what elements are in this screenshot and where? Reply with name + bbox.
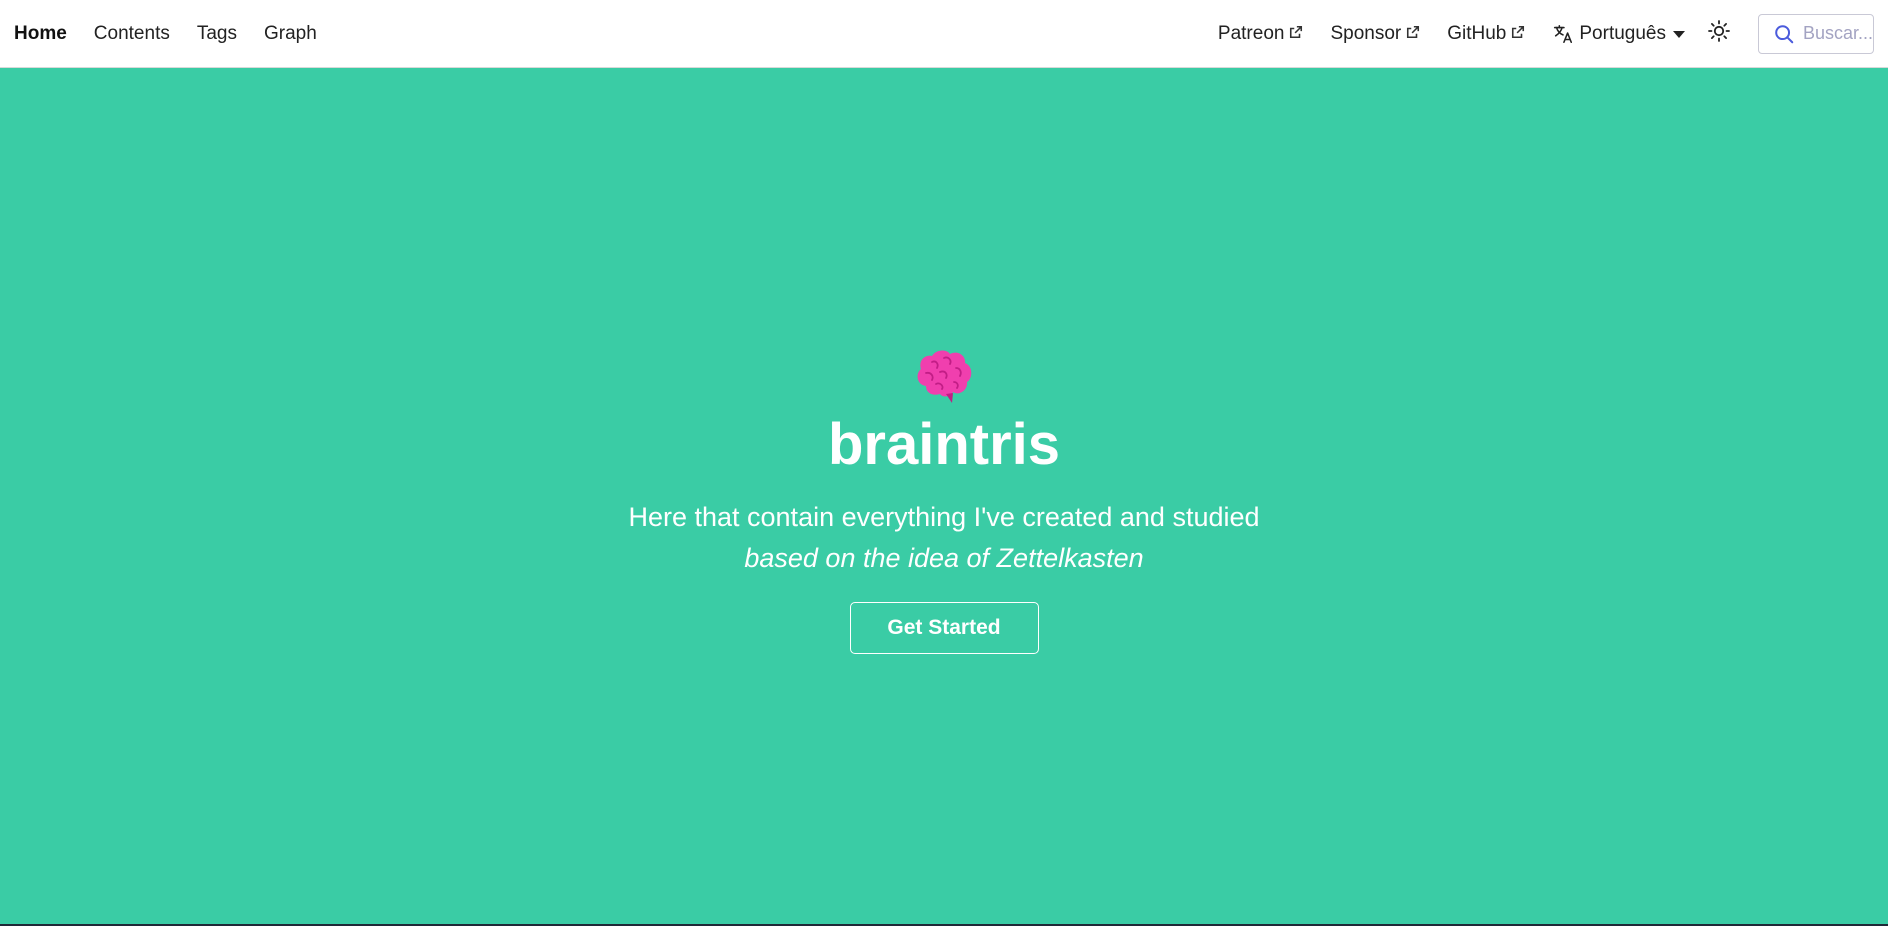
external-link-icon: [1511, 25, 1525, 39]
nav-link-tags[interactable]: Tags: [197, 23, 237, 45]
chevron-down-icon: [1672, 29, 1686, 39]
sun-icon: [1707, 19, 1731, 48]
primary-nav: Home Contents Tags Graph: [14, 23, 344, 45]
github-label: GitHub: [1447, 22, 1507, 44]
theme-toggle-button[interactable]: [1706, 19, 1732, 48]
brain-icon: [912, 346, 976, 406]
hero-content: braintris Here that contain everything I…: [0, 346, 1888, 654]
external-link-icon: [1406, 25, 1420, 39]
secondary-nav: Patreon Sponsor GitHub Português Buscar.…: [1191, 13, 1874, 54]
language-label: Português: [1579, 22, 1666, 44]
top-navbar: Home Contents Tags Graph Patreon Sponsor…: [0, 0, 1888, 68]
hero-section: braintris Here that contain everything I…: [0, 68, 1888, 924]
search-icon: [1773, 23, 1795, 45]
nav-link-graph[interactable]: Graph: [264, 23, 317, 45]
external-link-icon: [1289, 25, 1303, 39]
sponsor-label: Sponsor: [1330, 22, 1402, 44]
nav-link-github[interactable]: GitHub: [1447, 23, 1525, 45]
search-input[interactable]: [1803, 23, 1873, 44]
nav-link-home[interactable]: Home: [14, 23, 67, 45]
hero-tagline: based on the idea of Zettelkasten: [744, 543, 1144, 573]
nav-link-patreon[interactable]: Patreon: [1218, 23, 1304, 45]
language-selector[interactable]: Português: [1552, 23, 1686, 45]
hero-subtitle: Here that contain everything I've create…: [628, 502, 1260, 532]
get-started-button[interactable]: Get Started: [849, 602, 1039, 654]
nav-link-contents[interactable]: Contents: [94, 23, 170, 45]
patreon-label: Patreon: [1217, 22, 1285, 44]
site-title: braintris: [827, 412, 1061, 477]
translate-icon: [1552, 23, 1574, 45]
search-box[interactable]: [1758, 13, 1874, 54]
nav-link-sponsor[interactable]: Sponsor: [1330, 23, 1420, 45]
